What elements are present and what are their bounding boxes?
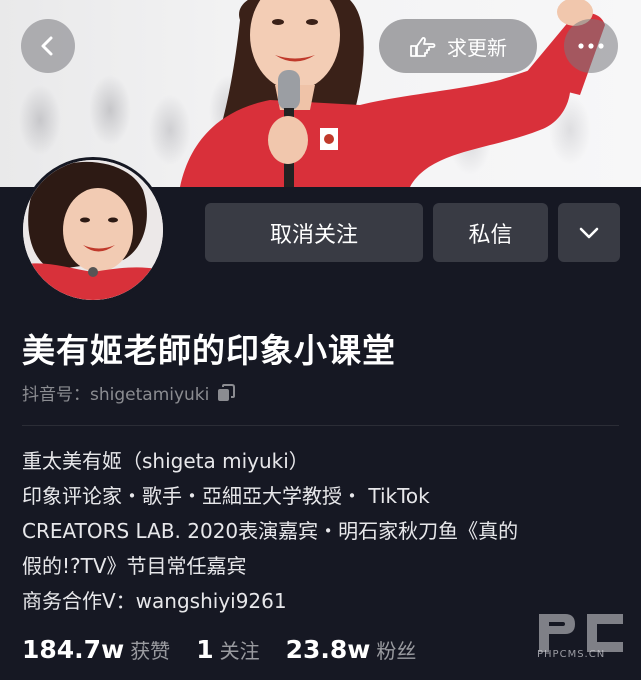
profile-nickname: 美有姬老師的印象小课堂 xyxy=(22,331,396,370)
followers-label[interactable]: 粉丝 xyxy=(376,635,416,664)
following-label[interactable]: 关注 xyxy=(220,635,260,664)
unfollow-button[interactable]: 取消关注 xyxy=(205,203,423,262)
more-button[interactable] xyxy=(564,19,618,73)
divider xyxy=(22,425,619,426)
bio-line: CREATORS LAB. 2020表演嘉宾・明石家秋刀鱼《真的 xyxy=(22,519,519,543)
request-update-label: 求更新 xyxy=(447,35,507,60)
bio-line: 假的!?TV》节目常任嘉宾 xyxy=(22,554,247,578)
more-icon xyxy=(578,43,604,49)
avatar[interactable] xyxy=(20,157,166,303)
chevron-down-icon xyxy=(579,227,599,238)
watermark-text: PHPCMS.CN xyxy=(537,649,606,660)
expand-recommend-button[interactable] xyxy=(558,203,620,262)
profile-bio: 重太美有姬（shigeta miyuki） 印象评论家・歌手・亞細亞大学教授・ … xyxy=(22,444,622,619)
likes-count: 184.7w xyxy=(22,635,125,664)
bio-line: 商务合作V：wangshiyi9261 xyxy=(22,589,287,613)
bio-line: 重太美有姬（shigeta miyuki） xyxy=(22,449,309,473)
hand-point-icon xyxy=(410,37,436,57)
request-update-button[interactable]: 求更新 xyxy=(379,19,537,73)
followers-count[interactable]: 23.8w xyxy=(286,635,371,664)
likes-label: 获赞 xyxy=(130,639,171,663)
message-button[interactable]: 私信 xyxy=(433,203,548,262)
douyin-id-label: 抖音号： xyxy=(22,385,90,405)
message-label: 私信 xyxy=(468,222,513,248)
douyin-id-text[interactable]: 抖音号：shigetamiyuki xyxy=(22,380,209,405)
following-count[interactable]: 1 xyxy=(196,635,213,664)
profile-stats: 184.7w 获赞 1 关注 23.8w 粉丝 xyxy=(22,635,442,664)
copy-icon[interactable] xyxy=(217,383,236,402)
back-icon xyxy=(41,36,53,56)
bio-line: 印象评论家・歌手・亞細亞大学教授・ TikTok xyxy=(22,484,430,508)
unfollow-label: 取消关注 xyxy=(269,222,358,248)
douyin-id-row: 抖音号：shigetamiyuki xyxy=(22,380,236,405)
douyin-id-value: shigetamiyuki xyxy=(90,385,210,405)
back-button[interactable] xyxy=(21,19,75,73)
avatar-image xyxy=(23,160,163,300)
